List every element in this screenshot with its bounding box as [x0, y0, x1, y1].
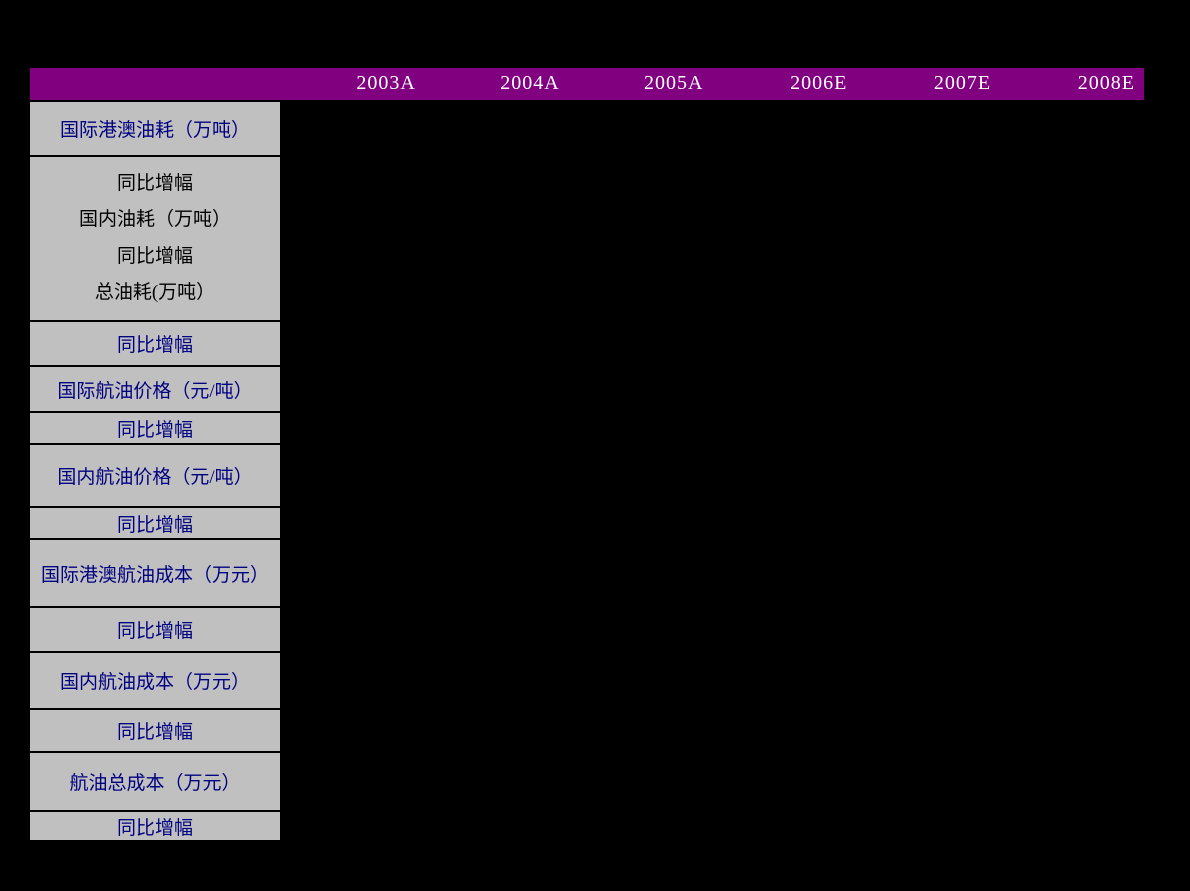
- table-header-row: 2003A 2004A 2005A 2006E 2007E 2008E: [30, 68, 1144, 100]
- row-yoy-growth-intl: 同比增幅: [116, 172, 193, 194]
- column-header-2005a: 2005A: [644, 72, 704, 94]
- page-background: 2003A 2004A 2005A 2006E 2007E 2008E 国际港澳…: [0, 0, 1190, 891]
- row-yoy-growth-domestic-cost: 同比增幅: [30, 710, 282, 753]
- row-yoy-growth-domestic-price: 同比增幅: [30, 508, 282, 540]
- row-domestic-jetfuel-price: 国内航油价格（元/吨）: [30, 445, 282, 508]
- row-total-fuel-consumption: 总油耗(万吨）: [94, 282, 216, 304]
- column-header-2003a: 2003A: [356, 72, 416, 94]
- row-intl-hkmo-jetfuel-cost: 国际港澳航油成本（万元）: [30, 540, 282, 608]
- column-header-2004a: 2004A: [500, 72, 560, 94]
- column-header-2006e: 2006E: [790, 72, 848, 94]
- column-header-2008e: 2008E: [1077, 72, 1135, 94]
- header-corner-spacer: [30, 68, 281, 100]
- row-yoy-growth-intl-price: 同比增幅: [30, 413, 282, 445]
- row-total-jetfuel-cost: 航油总成本（万元）: [30, 753, 282, 812]
- row-yoy-growth-total-fuel: 同比增幅: [30, 322, 282, 367]
- table-data-area-empty: [282, 102, 1144, 844]
- row-domestic-jetfuel-cost: 国内航油成本（万元）: [30, 653, 282, 710]
- row-intl-jetfuel-price: 国际航油价格（元/吨）: [30, 367, 282, 413]
- row-domestic-fuel-consumption: 国内油耗（万吨）: [78, 209, 231, 231]
- row-yoy-growth-domestic: 同比增幅: [116, 245, 193, 267]
- row-group-domestic-and-total-fuel: 同比增幅 国内油耗（万吨） 同比增幅 总油耗(万吨）: [30, 157, 282, 322]
- fuel-cost-table: 2003A 2004A 2005A 2006E 2007E 2008E 国际港澳…: [30, 68, 1144, 844]
- column-header-2007e: 2007E: [933, 72, 992, 94]
- row-label-column: 国际港澳油耗（万吨） 同比增幅 国内油耗（万吨） 同比增幅 总油耗(万吨） 同比…: [30, 100, 282, 842]
- row-yoy-growth-total-cost: 同比增幅: [30, 812, 282, 842]
- row-yoy-growth-intl-cost: 同比增幅: [30, 608, 282, 653]
- row-intl-hkmo-fuel-consumption: 国际港澳油耗（万吨）: [30, 102, 282, 157]
